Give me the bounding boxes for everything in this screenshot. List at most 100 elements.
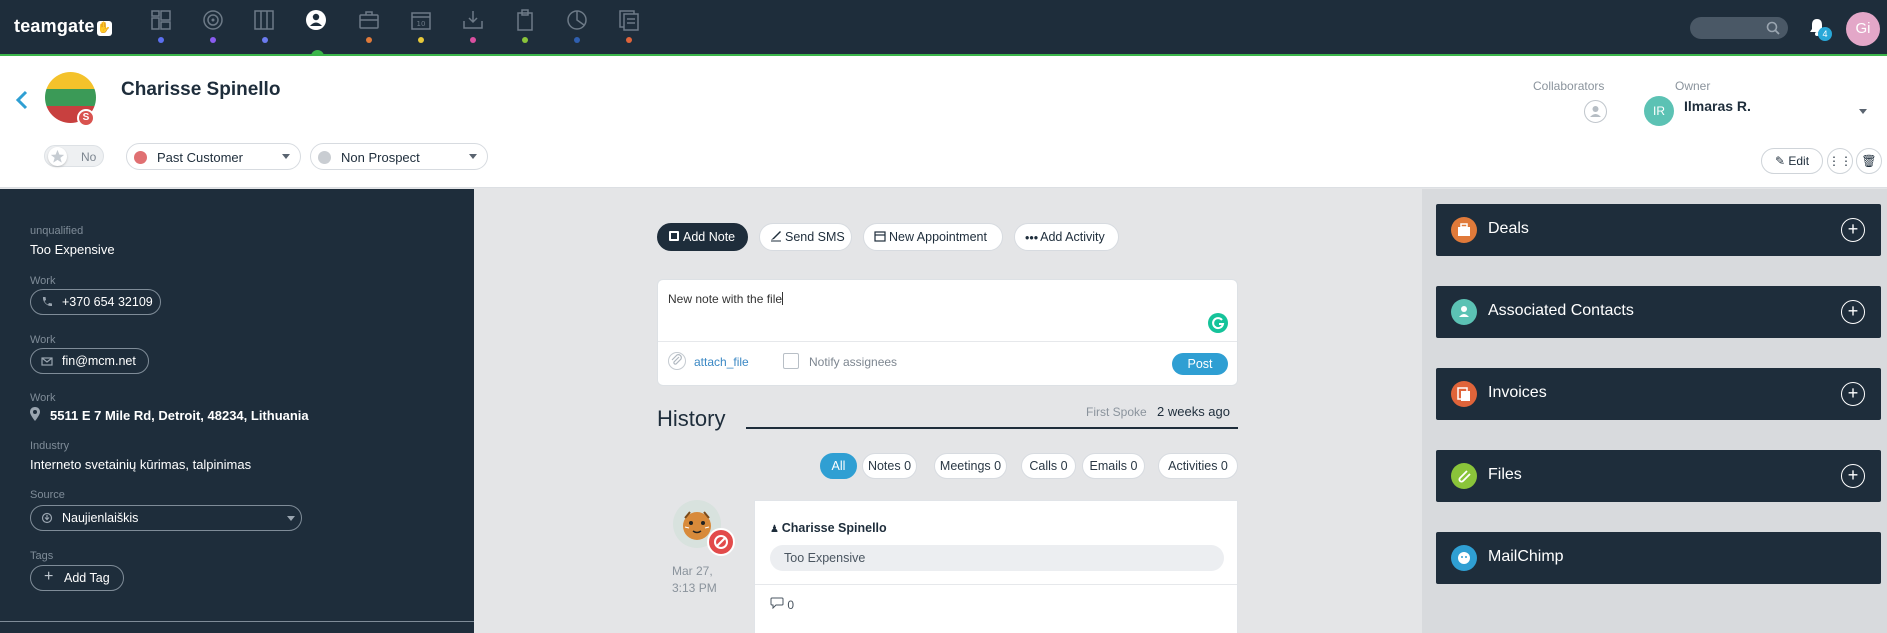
filter-activities[interactable]: Activities 0 [1158,453,1238,479]
add-tag-button[interactable]: + Add Tag [30,565,124,591]
deals-widget[interactable]: Deals + [1436,204,1881,256]
nav-color-dot [418,37,424,43]
entry-reason: Too Expensive [770,545,1224,571]
email-pill[interactable]: fin@mcm.net [30,348,149,374]
sms-icon [770,225,782,242]
notify-assignees-label: Notify assignees [809,355,898,369]
note-icon [668,225,680,241]
filter-emails[interactable]: Emails 0 [1082,453,1145,479]
invoices-widget-title: Invoices [1488,384,1547,401]
status-select[interactable]: Past Customer [126,143,301,170]
note-textarea[interactable]: New note with the file [668,292,784,306]
briefcase-icon [1451,217,1477,243]
delete-button[interactable]: 🗑 [1856,148,1882,174]
favorite-toggle[interactable]: No [44,145,104,167]
prospect-select[interactable]: Non Prospect [310,143,488,170]
comments-button[interactable]: 0 [770,597,794,612]
user-avatar[interactable]: Gi [1846,12,1880,46]
star-icon [48,147,67,166]
panel-divider [0,621,474,622]
email-value: fin@mcm.net [62,354,136,368]
industry-value: Interneto svetainių kūrimas, talpinimas [30,457,252,472]
nav-color-dot [626,37,632,43]
filter-calls[interactable]: Calls 0 [1021,453,1076,479]
grid-icon: ⋮⋮ [1828,154,1852,168]
new-appointment-button[interactable]: New Appointment [863,223,1003,251]
files-widget-title: Files [1488,466,1522,483]
new-appointment-label: New Appointment [889,230,987,244]
logo-hand-icon: ✋ [96,21,112,36]
note-divider [658,341,1237,342]
owner-chevron-down-icon[interactable] [1859,109,1867,114]
status-color-dot [134,151,147,164]
address-value[interactable]: 5511 E 7 Mile Rd, Detroit, 48234, Lithua… [50,408,309,423]
paperclip-icon [1451,463,1477,489]
entry-author[interactable]: ♟ Charisse Spinello [770,521,887,535]
contact-details-panel: unqualified Too Expensive Work +370 654 … [0,189,474,633]
send-sms-button[interactable]: Send SMS [759,223,852,251]
files-widget[interactable]: Files + [1436,450,1881,502]
calendar-icon[interactable]: 10 [409,8,433,32]
industry-label: Industry [30,440,70,452]
add-file-button[interactable]: + [1841,464,1865,488]
tags-label: Tags [30,550,54,562]
phone-label: Work [30,275,56,287]
owner-name[interactable]: Ilmaras R. [1684,98,1751,114]
reports-icon[interactable] [565,8,589,32]
invoice-icon [1451,381,1477,407]
trash-icon: 🗑 [1861,154,1877,168]
collaborators-label: Collaborators [1533,79,1605,93]
post-button[interactable]: Post [1172,353,1228,375]
grammarly-icon[interactable] [1208,313,1228,333]
grid-view-button[interactable]: ⋮⋮ [1827,148,1853,174]
phone-value: +370 654 32109 [62,295,153,309]
back-chevron-icon[interactable] [14,89,30,111]
contacts-icon[interactable] [304,8,328,32]
documents-icon[interactable] [513,8,537,32]
dashboard-icon[interactable] [149,8,173,32]
chevron-down-icon [282,154,290,159]
invoices-widget[interactable]: Invoices + [1436,368,1881,420]
teamgate-logo[interactable]: teamgate ✋ [14,16,112,37]
filter-all[interactable]: All [820,453,857,479]
contact-header: S Charisse Spinello No Past Customer Non… [0,56,1887,188]
invoices-icon[interactable] [617,8,641,32]
paperclip-icon[interactable] [668,352,686,370]
add-activity-label: Add Activity [1040,230,1105,244]
attach-file-link[interactable]: attach_file [694,355,749,369]
add-note-label: Add Note [683,230,736,244]
filter-meetings[interactable]: Meetings 0 [934,453,1007,479]
pencil-icon: ✎ [1774,154,1789,168]
source-select[interactable]: Naujienlaiškis [30,505,302,531]
unqualified-value: Too Expensive [30,242,115,257]
source-label: Source [30,489,65,501]
add-collaborator-icon[interactable] [1584,100,1607,123]
notify-assignees-checkbox[interactable] [783,353,799,369]
owner-label: Owner [1675,79,1711,93]
entry-divider [755,584,1237,585]
mailchimp-widget[interactable]: MailChimp [1436,532,1881,584]
add-associated-contact-button[interactable]: + [1841,300,1865,324]
deals-icon[interactable] [357,8,381,32]
edit-button[interactable]: ✎ Edit [1761,148,1823,174]
note-text: New note with the file [668,292,783,306]
add-deal-button[interactable]: + [1841,218,1865,242]
history-underline [746,427,1238,429]
related-widgets-panel: Deals + Associated Contacts + Invoices +… [1422,189,1887,633]
search-input[interactable] [1690,17,1788,39]
note-composer: New note with the file attach_file Notif… [657,279,1238,386]
email-label: Work [30,334,56,346]
pipeline-icon[interactable] [252,8,276,32]
add-invoice-button[interactable]: + [1841,382,1865,406]
target-icon[interactable] [201,8,225,32]
inbox-icon[interactable] [461,8,485,32]
map-pin-icon [30,407,40,424]
prospect-select-value: Non Prospect [341,150,420,165]
associated-contacts-title: Associated Contacts [1488,302,1634,319]
add-note-button[interactable]: Add Note [657,223,748,251]
owner-avatar: IR [1644,96,1674,126]
phone-pill[interactable]: +370 654 32109 [30,289,161,315]
add-activity-button[interactable]: ••• Add Activity [1014,223,1119,251]
associated-contacts-widget[interactable]: Associated Contacts + [1436,286,1881,338]
filter-notes[interactable]: Notes 0 [862,453,917,479]
